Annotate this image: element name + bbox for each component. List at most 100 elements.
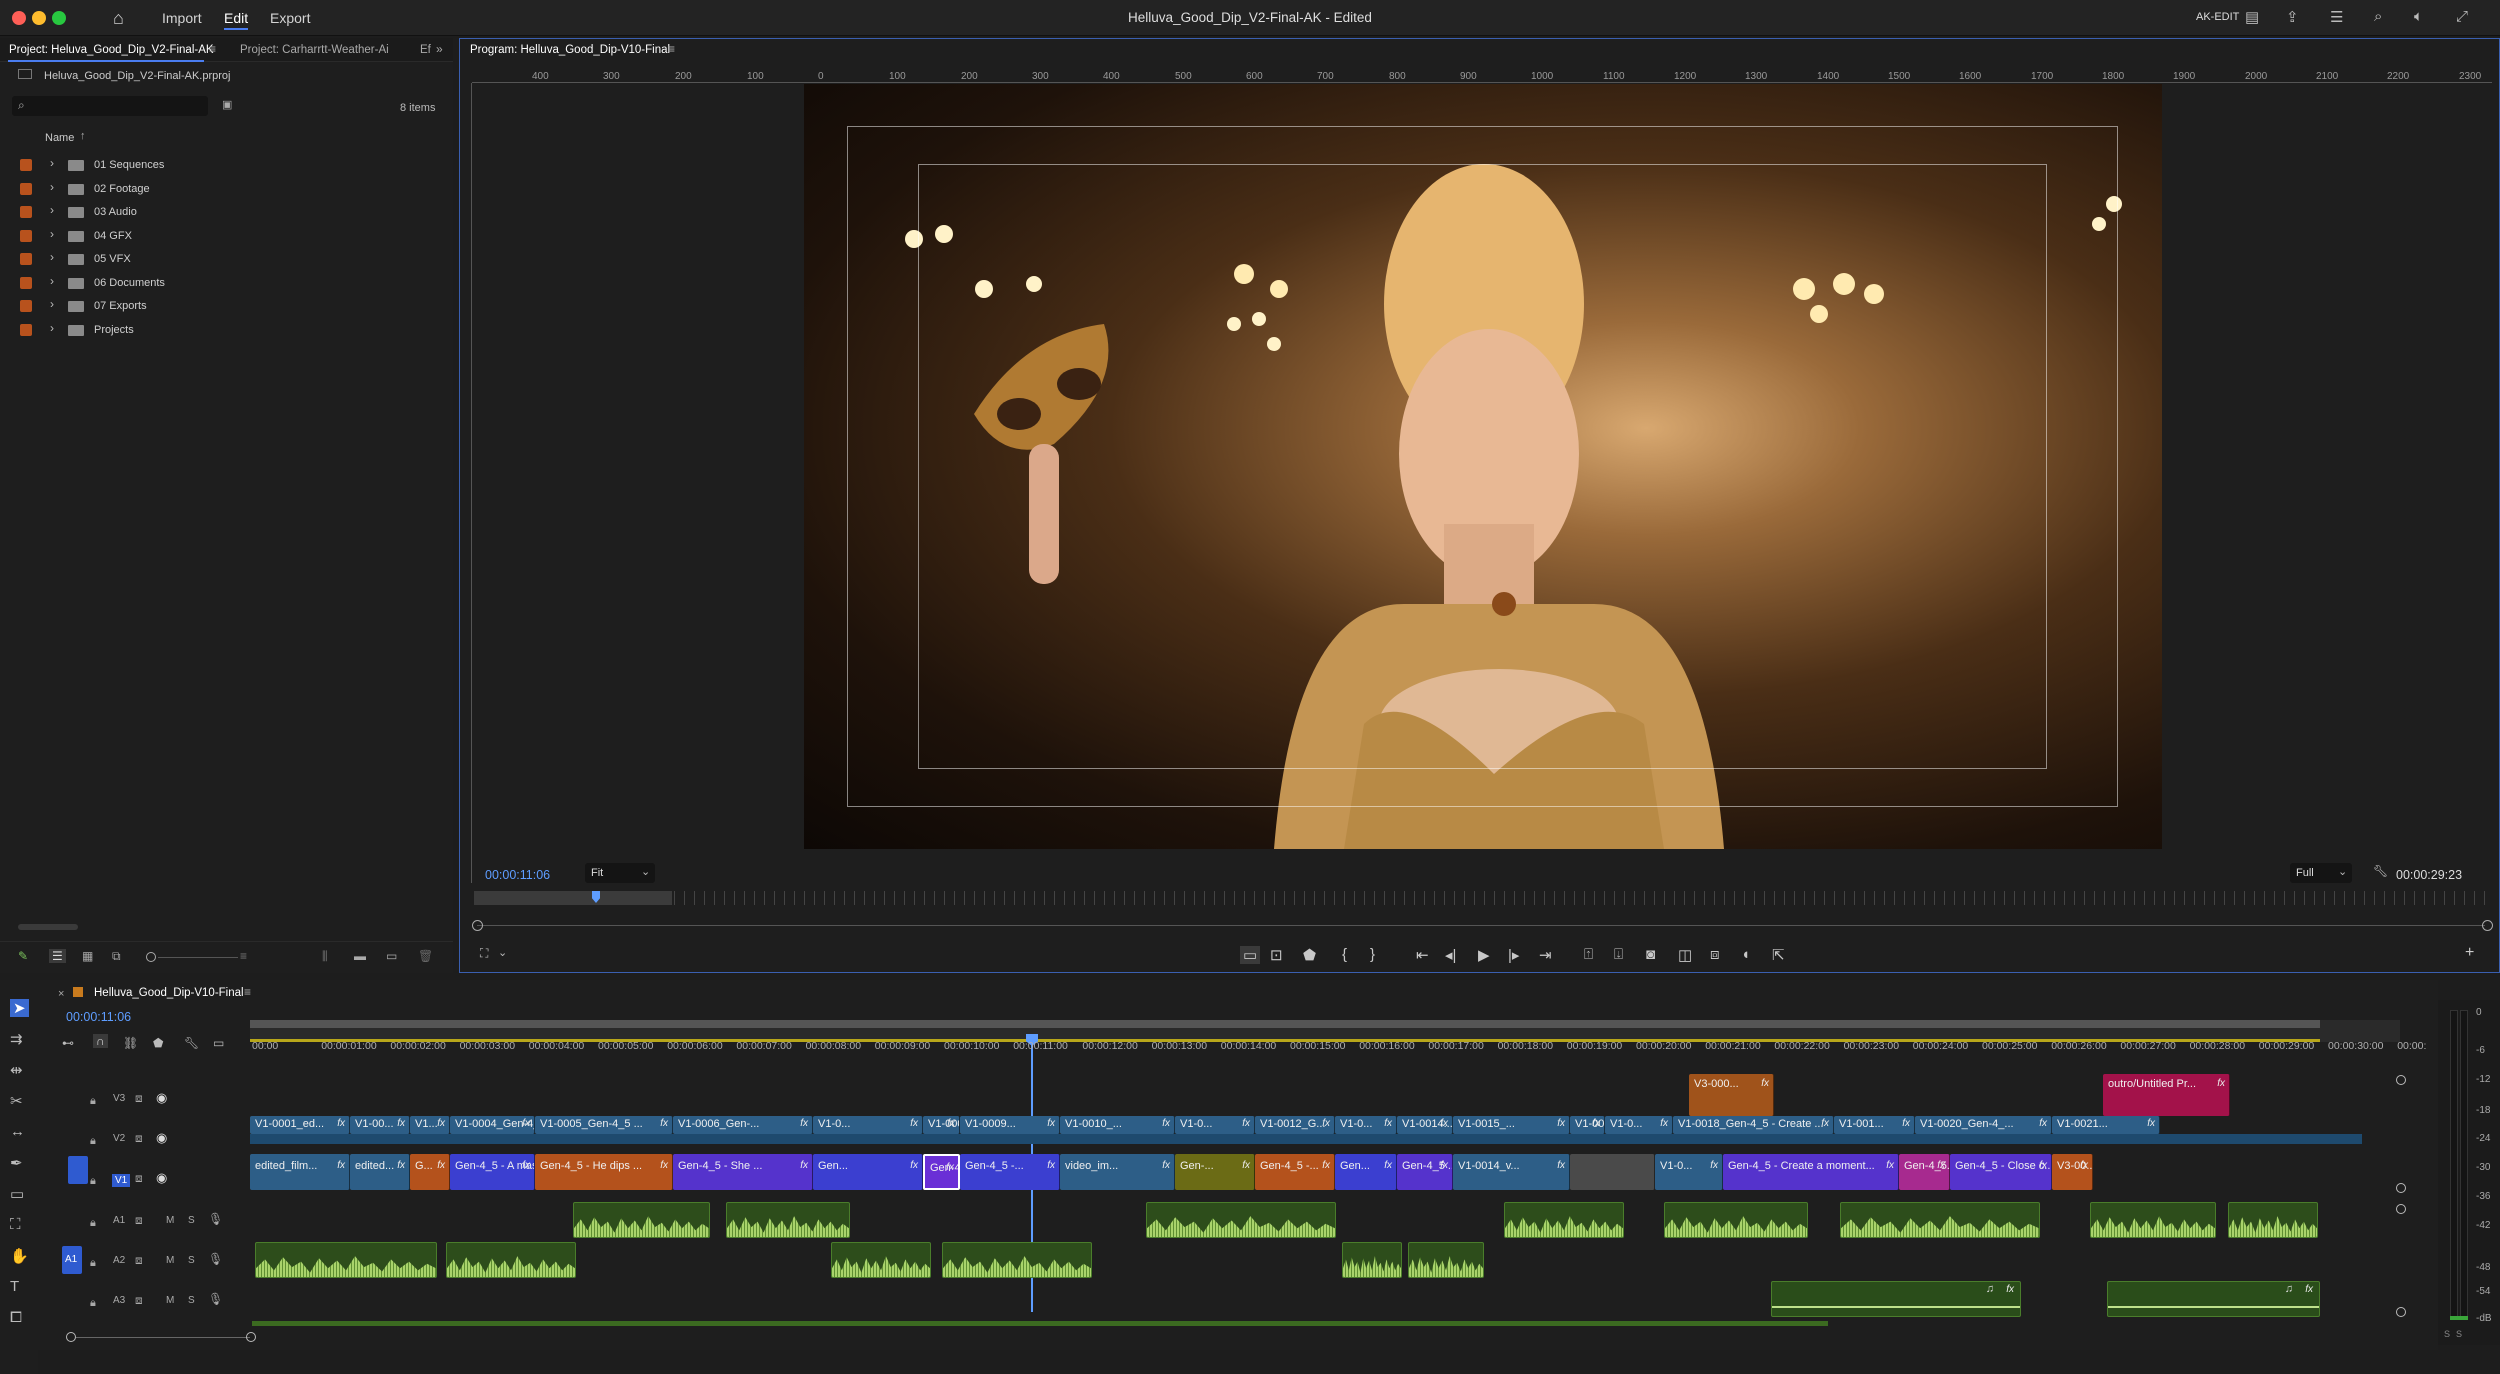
- label-color[interactable]: [20, 277, 32, 289]
- audio-clip-a1[interactable]: [1146, 1202, 1336, 1238]
- v1-clip[interactable]: edited_film... fx: [250, 1154, 350, 1190]
- tab-project-active[interactable]: Project: Heluva_Good_Dip_V2-Final-AK: [9, 44, 214, 56]
- track-select-tool-icon[interactable]: ⇉: [10, 1030, 23, 1048]
- sync-lock-icon[interactable]: ⧈: [135, 1213, 143, 1228]
- timeline-zoom-right-handle[interactable]: [246, 1332, 256, 1342]
- search-icon[interactable]: ⌕: [2374, 8, 2382, 25]
- label-color[interactable]: [20, 206, 32, 218]
- step-forward-icon[interactable]: |▸: [1508, 946, 1519, 964]
- v1-clip[interactable]: Gen... fx: [813, 1154, 923, 1190]
- chevron-right-icon[interactable]: ›: [50, 250, 54, 264]
- chevron-right-icon[interactable]: ›: [50, 297, 54, 311]
- ripple-edit-tool-icon[interactable]: ⇹: [10, 1061, 23, 1079]
- v2-clip[interactable]: V1-0... fx: [1175, 1116, 1255, 1134]
- playhead-timecode[interactable]: 00:00:11:06: [485, 868, 550, 882]
- lift-icon[interactable]: ⍐: [1584, 946, 1593, 963]
- rectangle-tool-icon[interactable]: ▭: [10, 1185, 24, 1203]
- work-area-bar[interactable]: [250, 1020, 2320, 1028]
- microphone-icon[interactable]: 🎙︎: [208, 1212, 223, 1226]
- sort-ascending-icon[interactable]: ↑: [80, 130, 86, 142]
- v1-clip[interactable]: Gen-4_5 - She ... fx: [673, 1154, 813, 1190]
- track-label-a3[interactable]: A3: [113, 1295, 125, 1306]
- solo-left-button[interactable]: S: [2444, 1329, 2450, 1339]
- bin-row[interactable]: › Projects: [16, 319, 436, 342]
- audio-clip-a1[interactable]: [1664, 1202, 1808, 1238]
- lock-track-icon[interactable]: 🔒︎: [90, 1095, 96, 1108]
- tab-effects[interactable]: Ef: [420, 44, 431, 56]
- v1-clip[interactable]: Gen-4_5 - He dips ... fx: [535, 1154, 673, 1190]
- audio-scroll-handle[interactable]: [2396, 1307, 2406, 1317]
- step-back-icon[interactable]: ◂|: [1445, 946, 1456, 964]
- bin-row[interactable]: › 05 VFX: [16, 248, 436, 271]
- add-button-icon[interactable]: +: [2465, 944, 2474, 962]
- v2-clip[interactable]: V1-0012_G... fx: [1255, 1116, 1335, 1134]
- v1-clip[interactable]: Gen-4_5 - Close c... fx: [1950, 1154, 2052, 1190]
- microphone-icon[interactable]: 🎙︎: [208, 1252, 223, 1266]
- timeline-zoom-left-handle[interactable]: [66, 1332, 76, 1342]
- razor-tool-icon[interactable]: ✂: [10, 1092, 23, 1110]
- trash-icon[interactable]: 🗑︎: [418, 949, 433, 963]
- mark-in-icon[interactable]: {: [1342, 946, 1347, 963]
- label-color[interactable]: [20, 183, 32, 195]
- audio-clip-a2[interactable]: [255, 1242, 437, 1278]
- workspace-icon[interactable]: ▤: [2245, 8, 2259, 26]
- multicam-icon[interactable]: ⧈: [1710, 946, 1720, 963]
- type-tool-icon[interactable]: T: [10, 1278, 19, 1295]
- v2-clip[interactable]: V1-0021... fx: [2052, 1116, 2160, 1134]
- audio-clip-a2[interactable]: [1342, 1242, 1402, 1278]
- search-field[interactable]: ⌕: [12, 96, 208, 116]
- lock-track-icon[interactable]: 🔒︎: [90, 1135, 96, 1148]
- workspace-label[interactable]: AK-EDIT: [2196, 11, 2239, 23]
- program-monitor-tab[interactable]: Program: Helluva_Good_Dip-V10-Final: [470, 44, 670, 56]
- chevron-right-icon[interactable]: ›: [50, 203, 54, 217]
- zoom-level-select[interactable]: Fit ⌄: [585, 863, 655, 883]
- v1-clip[interactable]: G... fx: [410, 1154, 450, 1190]
- settings-wrench-icon[interactable]: 🔧︎: [2373, 864, 2388, 878]
- compare-view-icon[interactable]: ⛶: [480, 946, 488, 961]
- lock-track-icon[interactable]: 🔒︎: [90, 1175, 96, 1188]
- track-label-v2[interactable]: V2: [113, 1133, 125, 1144]
- export-frame-icon[interactable]: ◙: [1646, 946, 1655, 963]
- v1-clip[interactable]: Gen-4_5 - Create a moment... fx: [1723, 1154, 1899, 1190]
- timeline-zoom-bar[interactable]: [76, 1337, 250, 1338]
- v2-clip[interactable]: V1-0005_Gen-4_5 ... fx: [535, 1116, 673, 1134]
- automate-icon[interactable]: ⫼: [322, 949, 328, 964]
- v2-clip[interactable]: V1... fx: [410, 1116, 450, 1134]
- v1-clip[interactable]: V1-0... fx: [1655, 1154, 1723, 1190]
- comparison-view-icon[interactable]: ◫: [1678, 946, 1692, 964]
- new-search-bin-icon[interactable]: ▣: [222, 98, 232, 111]
- new-bin-icon[interactable]: ▬: [354, 949, 366, 963]
- mute-button[interactable]: M: [166, 1255, 174, 1266]
- go-to-out-icon[interactable]: ⇥: [1539, 946, 1552, 964]
- label-color[interactable]: [20, 253, 32, 265]
- pencil-icon[interactable]: ✎: [18, 949, 28, 963]
- play-icon[interactable]: ▶: [1478, 946, 1490, 964]
- audio-output-icon[interactable]: ◖: [1741, 946, 1750, 963]
- microphone-icon[interactable]: 🎙︎: [208, 1292, 223, 1306]
- tab-project-inactive[interactable]: Project: Carharrtt-Weather-Ai: [240, 44, 389, 56]
- v2-clip[interactable]: V1-0001_ed... fx: [250, 1116, 350, 1134]
- bin-row[interactable]: › 01 Sequences: [16, 154, 436, 177]
- audio-scroll-handle[interactable]: [2396, 1204, 2406, 1214]
- sync-lock-icon[interactable]: ⧈: [135, 1131, 143, 1146]
- v1-clip[interactable]: Gen-4_5...fx: [1899, 1154, 1950, 1190]
- lock-track-icon[interactable]: 🔒︎: [90, 1217, 96, 1230]
- chevron-right-icon[interactable]: ›: [50, 227, 54, 241]
- lock-track-icon[interactable]: 🔒︎: [90, 1297, 96, 1310]
- label-color[interactable]: [20, 300, 32, 312]
- v1-clip[interactable]: Gen-4_5 -... fx: [960, 1154, 1060, 1190]
- audio-clip-a1[interactable]: [2228, 1202, 2318, 1238]
- solo-button[interactable]: S: [188, 1215, 195, 1226]
- label-color[interactable]: [20, 324, 32, 336]
- share-icon[interactable]: ⇪: [2286, 8, 2299, 26]
- audio-clip-a2[interactable]: [942, 1242, 1092, 1278]
- v1-clip[interactable]: edited... fx: [350, 1154, 410, 1190]
- hand-tool-icon[interactable]: ✋: [10, 1247, 29, 1265]
- safe-margins-icon[interactable]: ▭: [1240, 946, 1261, 964]
- resolution-select[interactable]: Full ⌄: [2290, 863, 2352, 883]
- v2-clip[interactable]: V1-0... fx: [1605, 1116, 1673, 1134]
- chevron-right-icon[interactable]: ›: [50, 274, 54, 288]
- v2-clip[interactable]: V1-0018_Gen-4_5 - Create ... fx: [1673, 1116, 1834, 1134]
- solo-button[interactable]: S: [188, 1255, 195, 1266]
- v2-clip[interactable]: V1-0004_Gen-4_5 -...fx: [450, 1116, 535, 1134]
